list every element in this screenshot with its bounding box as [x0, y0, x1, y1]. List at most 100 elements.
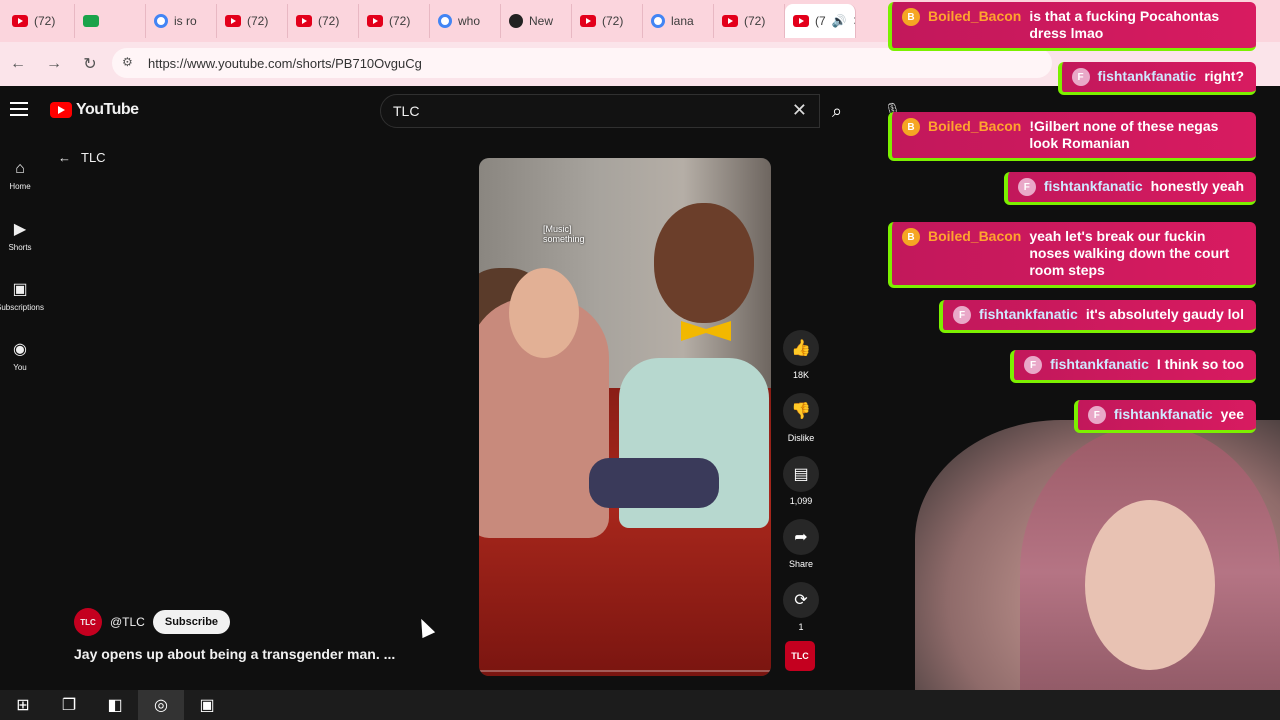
- browser-tab[interactable]: (72): [217, 4, 288, 38]
- chat-username: fishtankfanatic: [1113, 406, 1213, 422]
- url-field[interactable]: ⚙ https://www.youtube.com/shorts/PB710Ov…: [112, 48, 1052, 78]
- url-text: https://www.youtube.com/shorts/PB710Ovgu…: [148, 55, 422, 71]
- chat-text: is that a fucking Pocahontas dress lmao: [1029, 8, 1220, 41]
- youtube-icon: [12, 15, 28, 27]
- browser-tab[interactable]: (72): [4, 4, 75, 38]
- user-avatar: F: [953, 306, 972, 324]
- chat-message: F fishtankfanatic right?: [1057, 62, 1256, 95]
- chat-message: B Boiled_Bacon is that a fucking Pocahon…: [888, 2, 1256, 51]
- chat-message: B Boiled_Bacon !Gilbert none of these ne…: [888, 112, 1256, 161]
- browser-tab[interactable]: (72): [288, 4, 359, 38]
- user-avatar: F: [1071, 68, 1090, 86]
- video-progress-bar[interactable]: [479, 670, 771, 672]
- channel-handle[interactable]: @TLC: [110, 615, 145, 629]
- forward-arrow-icon[interactable]: →: [36, 55, 72, 73]
- chat-text: honestly yeah: [1150, 178, 1244, 194]
- chat-text: right?: [1204, 68, 1244, 84]
- channel-avatar[interactable]: TLC: [74, 608, 102, 636]
- chat-text: I think so too: [1156, 356, 1244, 372]
- youtube-play-icon: [50, 102, 72, 118]
- channel-thumbnail[interactable]: TLC: [785, 641, 815, 671]
- chat-message: F fishtankfanatic it's absolutely gaudy …: [939, 300, 1256, 333]
- shorts-icon: ▶: [13, 220, 27, 238]
- dislike-icon: 👎: [783, 393, 819, 429]
- nav-home[interactable]: ⌂ Home: [0, 145, 40, 205]
- google-icon: [438, 14, 452, 28]
- streamlabs-icon[interactable]: ▣: [184, 695, 230, 715]
- nav-shorts[interactable]: ▶ Shorts: [0, 205, 40, 265]
- youtube-icon: [580, 15, 596, 27]
- browser-tab[interactable]: (72): [714, 4, 785, 38]
- google-icon: [651, 14, 665, 28]
- like-button[interactable]: 👍 18K: [781, 330, 821, 393]
- chat-message: B Boiled_Bacon yeah let's break our fuck…: [888, 222, 1256, 288]
- browser-tab[interactable]: New: [501, 4, 572, 38]
- speaker-icon[interactable]: 🔊: [832, 14, 847, 28]
- google-icon: [154, 14, 168, 28]
- youtube-icon: [367, 15, 383, 27]
- user-avatar: F: [1087, 406, 1106, 424]
- browser-tab[interactable]: who: [430, 4, 501, 38]
- back-arrow-icon: ←: [58, 150, 71, 165]
- video-title[interactable]: Jay opens up about being a transgender m…: [74, 646, 395, 662]
- shorts-actions: 👍 18K 👎 Dislike ▤ 1,099 ➦ Share ⟳ 1: [781, 330, 821, 645]
- chat-message: F fishtankfanatic honestly yeah: [1003, 172, 1256, 205]
- dislike-button[interactable]: 👎 Dislike: [781, 393, 821, 456]
- youtube-logo[interactable]: YouTube: [50, 101, 139, 119]
- chat-text: yee: [1220, 406, 1244, 422]
- back-arrow-icon[interactable]: ←: [0, 55, 36, 73]
- chat-username: Boiled_Bacon: [928, 228, 1022, 244]
- search-icon[interactable]: ⌕: [820, 94, 854, 128]
- taskbar: ⊞ ❐ ◧ ◎ ▣: [0, 690, 1280, 720]
- task-view-icon[interactable]: ❐: [46, 695, 92, 715]
- chat-message: F fishtankfanatic I think so too: [1010, 350, 1256, 383]
- remix-button[interactable]: ⟳ 1: [781, 582, 821, 645]
- chat-text: yeah let's break our fuckin noses walkin…: [1029, 228, 1230, 278]
- comment-icon: ▤: [783, 456, 819, 492]
- nav-you[interactable]: ◉ You: [0, 325, 40, 385]
- user-avatar: B: [902, 228, 920, 246]
- menu-icon[interactable]: [10, 102, 28, 120]
- subscribe-button[interactable]: Subscribe: [152, 610, 231, 634]
- app-icon[interactable]: ◧: [92, 695, 138, 715]
- close-tab-icon[interactable]: ✕: [853, 14, 855, 28]
- chat-username: Boiled_Bacon: [928, 118, 1022, 134]
- like-icon: 👍: [783, 330, 819, 366]
- chat-username: fishtankfanatic: [1043, 178, 1143, 194]
- browser-tab[interactable]: (72): [359, 4, 430, 38]
- chat-username: fishtankfanatic: [1097, 68, 1197, 84]
- share-icon: ➦: [783, 519, 819, 555]
- share-button[interactable]: ➦ Share: [781, 519, 821, 582]
- comments-button[interactable]: ▤ 1,099: [781, 456, 821, 519]
- back-to-search[interactable]: ← TLC: [58, 150, 106, 165]
- browser-tab[interactable]: [75, 4, 146, 38]
- chat-message: F fishtankfanatic yee: [1073, 400, 1256, 433]
- youtube-icon: [793, 15, 809, 27]
- browser-tab[interactable]: (72): [572, 4, 643, 38]
- browser-tab-active[interactable]: (7🔊✕: [785, 4, 856, 38]
- site-settings-icon[interactable]: ⚙: [122, 55, 133, 69]
- reload-icon[interactable]: ↻: [72, 54, 108, 74]
- chat-username: fishtankfanatic: [979, 306, 1078, 322]
- subscriptions-icon: ▣: [12, 280, 28, 298]
- youtube-icon: [225, 15, 241, 27]
- left-nav: ⌂ Home ▶ Shorts ▣ Subscriptions ◉ You: [0, 145, 44, 385]
- nav-subscriptions[interactable]: ▣ Subscriptions: [0, 265, 44, 325]
- chrome-icon[interactable]: ◎: [138, 690, 184, 720]
- mouse-cursor: [414, 615, 436, 639]
- youtube-icon: [722, 15, 738, 27]
- browser-tab[interactable]: lana: [643, 4, 714, 38]
- remix-icon: ⟳: [783, 582, 819, 618]
- chat-username: fishtankfanatic: [1050, 356, 1149, 372]
- browser-tab[interactable]: is ro: [146, 4, 217, 38]
- shorts-video-player[interactable]: [Music] something: [479, 158, 771, 676]
- extension-icon: [83, 15, 99, 27]
- user-avatar: B: [902, 8, 920, 26]
- chat-username: Boiled_Bacon: [928, 8, 1022, 24]
- windows-start-icon[interactable]: ⊞: [0, 695, 46, 715]
- you-icon: ◉: [13, 340, 27, 358]
- clear-search-icon[interactable]: ✕: [792, 100, 807, 121]
- chat-text: !Gilbert none of these negas look Romani…: [1029, 118, 1219, 151]
- video-meta: TLC @TLC Subscribe Jay opens up about be…: [74, 608, 395, 662]
- search-input[interactable]: TLC ✕: [380, 94, 820, 128]
